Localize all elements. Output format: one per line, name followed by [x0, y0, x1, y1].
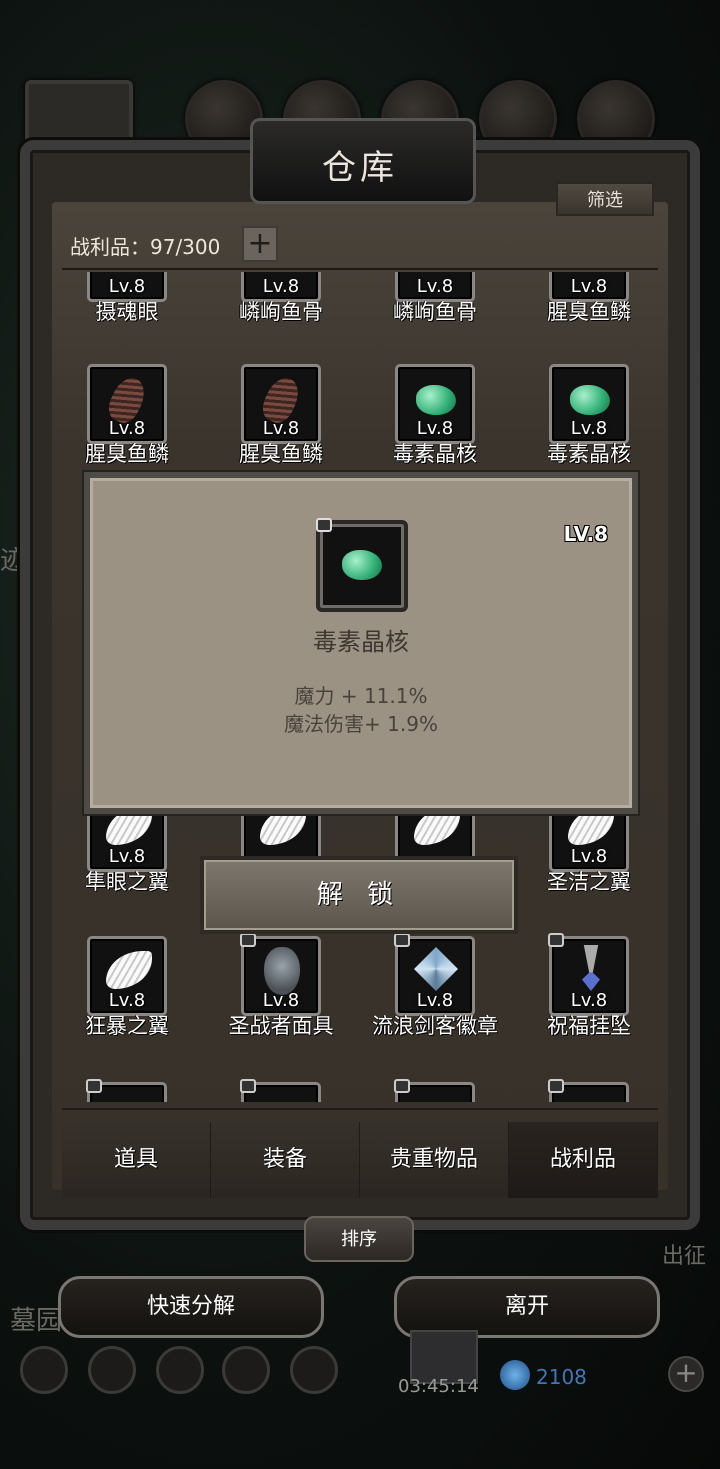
- hud-icon-1[interactable]: [20, 1346, 68, 1394]
- lock-icon: [548, 933, 564, 947]
- lock-icon: [316, 518, 332, 532]
- item-detail-popup: LV.8 毒素晶核 魔力 + 11.1% 魔法伤害+ 1.9%: [84, 472, 638, 814]
- toxin-crystal-icon: [570, 385, 610, 415]
- item-name: 腥臭鱼鳞: [239, 442, 323, 466]
- item-name: 圣洁之翼: [547, 870, 631, 894]
- hud-icon-4[interactable]: [222, 1346, 270, 1394]
- item-cell[interactable]: Lv.8 腥臭鱼鳞: [62, 364, 192, 484]
- sort-button[interactable]: 排序: [304, 1216, 414, 1262]
- wing-icon: [106, 951, 152, 989]
- tab-valuables[interactable]: 贵重物品: [360, 1122, 509, 1198]
- lock-icon: [394, 1079, 410, 1093]
- tab-equipment[interactable]: 装备: [211, 1122, 360, 1198]
- gem-count: 2108: [536, 1365, 587, 1389]
- item-name: 腥臭鱼鳞: [547, 300, 631, 324]
- item-cell[interactable]: Lv.8 狂暴之翼: [62, 936, 192, 1056]
- item-cell[interactable]: Lv.8 流浪剑客徽章: [370, 933, 500, 1056]
- popup-stat-magic: 魔力 + 11.1%: [294, 684, 428, 708]
- gem-currency-icon: [500, 1360, 530, 1390]
- bg-label-graveyard: 墓园: [10, 1306, 63, 1336]
- popup-item-icon: [316, 518, 408, 612]
- item-cell[interactable]: Lv.8 嶙峋鱼骨: [216, 272, 346, 342]
- filter-button[interactable]: 筛选: [556, 182, 654, 216]
- item-cell[interactable]: Lv.8 毒素晶核: [370, 364, 500, 484]
- hud-icon-5[interactable]: [290, 1346, 338, 1394]
- toxin-crystal-icon: [342, 550, 382, 580]
- item-name: 摄魂眼: [95, 300, 159, 324]
- hud-icon-2[interactable]: [88, 1346, 136, 1394]
- item-name: 毒素晶核: [547, 442, 631, 466]
- unlock-button[interactable]: 解 锁: [200, 856, 518, 934]
- bg-label-expedition: 出征: [662, 1244, 707, 1269]
- item-cell[interactable]: Lv.8 祝福挂坠: [524, 933, 654, 1056]
- item-cell[interactable]: Lv.8 摄魂眼: [62, 272, 192, 342]
- item-cell[interactable]: [370, 1079, 500, 1102]
- item-name: 祝福挂坠: [547, 1014, 631, 1038]
- page-title: 仓库: [322, 148, 398, 188]
- pendant-icon: [582, 945, 600, 991]
- lock-icon: [548, 1079, 564, 1093]
- item-cell[interactable]: Lv.8 嶙峋鱼骨: [370, 272, 500, 342]
- item-name: 流浪剑客徽章: [372, 1014, 498, 1038]
- popup-level: LV.8: [563, 522, 608, 546]
- lock-icon: [240, 1079, 256, 1093]
- hud-icon-3[interactable]: [156, 1346, 204, 1394]
- tab-bar: 道具 装备 贵重物品 战利品: [62, 1122, 658, 1198]
- hud-timer: 03:45:14: [398, 1376, 479, 1397]
- item-name: 嶙峋鱼骨: [239, 300, 323, 324]
- add-currency-button[interactable]: +: [668, 1356, 704, 1392]
- quick-decompose-button[interactable]: 快速分解: [58, 1276, 324, 1338]
- badge-icon: [414, 947, 458, 991]
- lock-icon: [240, 933, 256, 947]
- item-cell[interactable]: Lv.8 毒素晶核: [524, 364, 654, 484]
- item-cell[interactable]: [216, 1079, 346, 1102]
- item-name: 嶙峋鱼骨: [393, 300, 477, 324]
- item-name: 腥臭鱼鳞: [85, 442, 169, 466]
- item-name: 狂暴之翼: [85, 1014, 169, 1038]
- tab-loot[interactable]: 战利品: [509, 1122, 658, 1198]
- item-cell[interactable]: Lv.8 腥臭鱼鳞: [216, 364, 346, 484]
- tab-items[interactable]: 道具: [62, 1122, 211, 1198]
- item-cell[interactable]: Lv.8 腥臭鱼鳞: [524, 272, 654, 342]
- popup-stat-magic-damage: 魔法伤害+ 1.9%: [284, 712, 438, 736]
- popup-item-name: 毒素晶核: [313, 628, 409, 656]
- mask-icon: [264, 947, 300, 995]
- item-name: 圣战者面具: [228, 1014, 334, 1038]
- divider-bottom: [62, 1108, 658, 1110]
- item-name: 隼眼之翼: [85, 870, 169, 894]
- toxin-crystal-icon: [416, 385, 456, 415]
- divider-top: [62, 268, 658, 270]
- item-cell[interactable]: Lv.8 圣战者面具: [216, 933, 346, 1056]
- lock-icon: [394, 933, 410, 947]
- loot-capacity: 战利品：97/300: [70, 235, 221, 259]
- leave-button[interactable]: 离开: [394, 1276, 660, 1338]
- item-name: 毒素晶核: [393, 442, 477, 466]
- expand-capacity-button[interactable]: +: [242, 226, 278, 262]
- lock-icon: [86, 1079, 102, 1093]
- item-cell[interactable]: [524, 1079, 654, 1102]
- item-cell[interactable]: [62, 1079, 192, 1102]
